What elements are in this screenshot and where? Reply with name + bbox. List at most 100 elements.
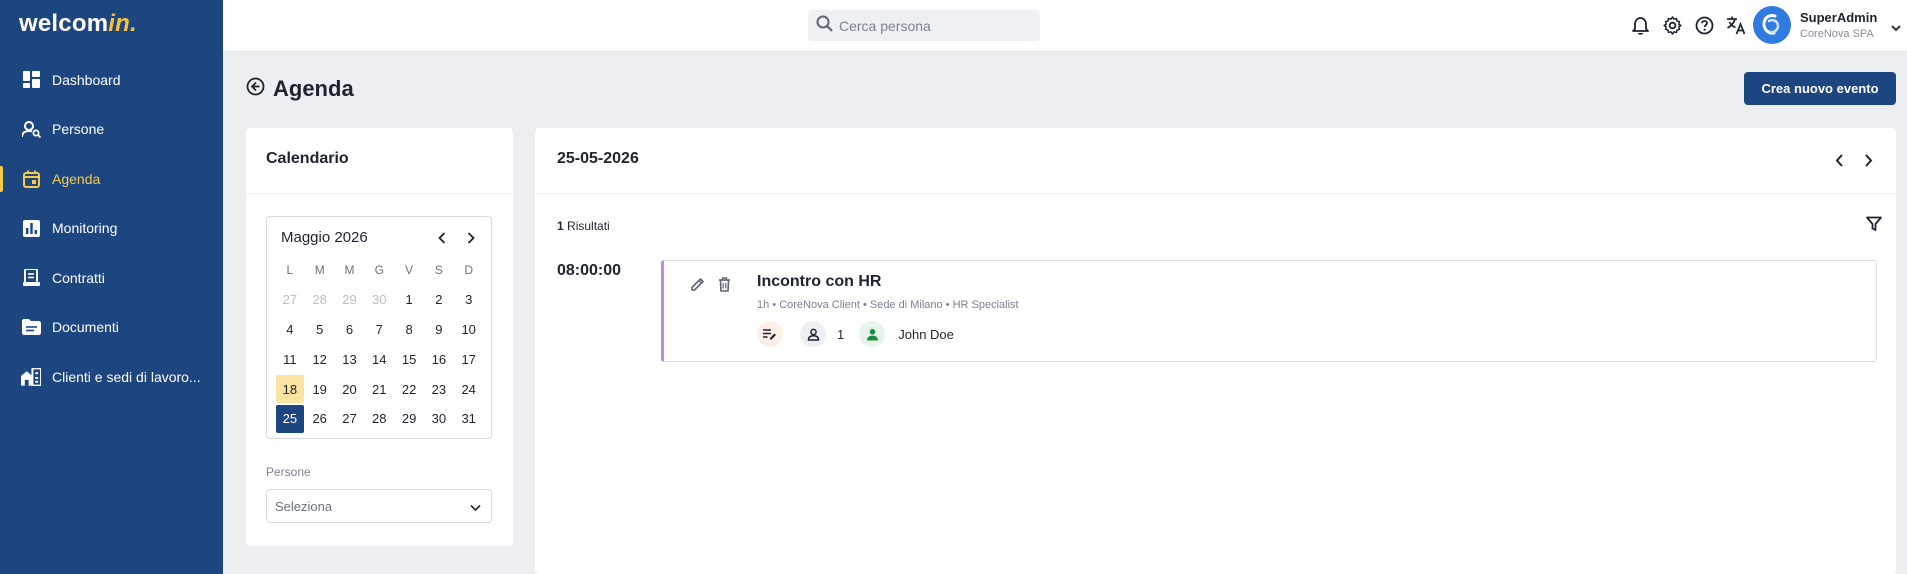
calendar-day[interactable]: 6 — [336, 316, 364, 344]
participants-icon — [800, 321, 826, 347]
weekday-label: S — [434, 262, 443, 277]
calendar-card: Calendario Maggio 2026 L M M G V S D 27 28 29 30 1 2… — [246, 128, 513, 546]
calendar-day[interactable]: 25 — [276, 404, 304, 433]
prev-day-button[interactable] — [1827, 148, 1851, 172]
sidebar-item-agenda[interactable]: Agenda — [0, 154, 223, 204]
topbar-actions — [1629, 14, 1747, 36]
topbar: SuperAdmin CoreNova SPA — [223, 0, 1907, 52]
sidebar-nav: Dashboard Persone Agenda Monitoring Cont… — [0, 55, 223, 402]
avatar[interactable] — [1753, 6, 1791, 44]
calendar-day[interactable]: 7 — [365, 316, 393, 344]
calendar-day[interactable]: 22 — [395, 375, 423, 403]
page-title: Agenda — [273, 76, 354, 101]
weekday-label: V — [405, 262, 414, 277]
calendar-day[interactable]: 11 — [276, 345, 304, 373]
calendar-day[interactable]: 15 — [395, 345, 423, 373]
persons-select[interactable]: Seleziona — [266, 489, 492, 523]
calendar-day[interactable]: 13 — [336, 345, 364, 373]
calendar-day[interactable]: 16 — [425, 345, 453, 373]
sidebar-item-contratti[interactable]: Contratti — [0, 253, 223, 303]
event-time: 08:00:00 — [557, 262, 622, 279]
calendar-day[interactable]: 5 — [306, 316, 334, 344]
chevron-down-icon[interactable] — [1891, 19, 1901, 37]
persons-select-value: Seleziona — [275, 498, 333, 514]
calendar-month: Maggio — [281, 229, 331, 246]
sidebar-item-monitoring[interactable]: Monitoring — [0, 204, 223, 254]
trash-icon[interactable] — [715, 275, 733, 293]
app-logo[interactable]: welcomin. — [19, 10, 137, 38]
calendar-day[interactable]: 8 — [395, 316, 423, 344]
mini-calendar: Maggio 2026 L M M G V S D 27 28 29 30 1 2 3 4 5 6 7 8 9 10 11… — [266, 216, 492, 439]
divider — [246, 193, 513, 194]
sidebar: welcomin. Dashboard Persone Agenda Monit… — [0, 0, 223, 574]
page-header: Agenda — [246, 76, 354, 102]
help-icon[interactable] — [1693, 14, 1715, 36]
calendar-day[interactable]: 27 — [336, 405, 364, 433]
person-search-icon — [21, 119, 41, 139]
event-person-name[interactable]: John Doe — [898, 327, 954, 342]
next-day-button[interactable] — [1856, 148, 1880, 172]
translate-icon[interactable] — [1725, 14, 1747, 36]
calendar-day[interactable]: 17 — [455, 345, 483, 373]
calendar-day[interactable]: 24 — [455, 375, 483, 403]
calendar-day[interactable]: 28 — [365, 405, 393, 433]
bell-icon[interactable] — [1629, 14, 1651, 36]
event-details: 1 John Doe — [757, 321, 954, 347]
participants-count: 1 — [837, 326, 845, 342]
calendar-day[interactable]: 14 — [365, 345, 393, 373]
folder-icon — [21, 317, 41, 337]
event-title: Incontro con HR — [757, 273, 882, 290]
user-info[interactable]: SuperAdmin CoreNova SPA — [1800, 10, 1877, 40]
calendar-month-year: Maggio 2026 — [281, 229, 368, 246]
calendar-day[interactable]: 30 — [365, 286, 393, 314]
calendar-day[interactable]: 10 — [455, 316, 483, 344]
sidebar-item-persone[interactable]: Persone — [0, 105, 223, 155]
logo-text: welcom — [19, 10, 109, 37]
edit-icon[interactable] — [689, 275, 707, 293]
calendar-day[interactable]: 23 — [425, 375, 453, 403]
search-icon — [816, 15, 833, 37]
calendar-day[interactable]: 19 — [306, 375, 334, 403]
contract-icon — [21, 268, 41, 288]
calendar-day[interactable]: 21 — [365, 375, 393, 403]
calendar-day[interactable]: 4 — [276, 316, 304, 344]
buildings-icon — [21, 367, 41, 387]
person-icon — [859, 321, 886, 347]
sidebar-item-dashboard[interactable]: Dashboard — [0, 55, 223, 105]
calendar-day[interactable]: 1 — [395, 286, 423, 314]
calendar-day[interactable]: 20 — [336, 375, 364, 403]
sidebar-item-label: Contratti — [52, 269, 105, 286]
calendar-day[interactable]: 9 — [425, 316, 453, 344]
calendar-year: 2026 — [334, 229, 368, 246]
calendar-day[interactable]: 26 — [306, 405, 334, 433]
event-card[interactable]: Incontro con HR 1h • CoreNova Client • S… — [661, 260, 1877, 362]
filter-icon[interactable] — [1866, 216, 1882, 237]
calendar-prev-month-button[interactable] — [431, 227, 453, 249]
calendar-day[interactable]: 31 — [455, 405, 483, 433]
calendar-day[interactable]: 30 — [425, 405, 453, 433]
create-event-button[interactable]: Crea nuovo evento — [1744, 72, 1896, 105]
calendar-icon — [21, 169, 41, 189]
sidebar-item-documenti[interactable]: Documenti — [0, 303, 223, 353]
calendar-day[interactable]: 12 — [306, 345, 334, 373]
back-arrow-icon[interactable] — [246, 77, 265, 101]
sidebar-item-clienti[interactable]: Clienti e sedi di lavoro... — [0, 352, 223, 402]
search-input[interactable] — [839, 17, 1029, 34]
calendar-day[interactable]: 29 — [395, 405, 423, 433]
weekday-label: G — [374, 262, 384, 277]
search-box[interactable] — [808, 10, 1040, 41]
calendar-day[interactable]: 29 — [336, 286, 364, 314]
event-meta: 1h • CoreNova Client • Sede di Milano • … — [757, 299, 1019, 311]
calendar-day[interactable]: 3 — [455, 286, 483, 314]
persons-filter-label: Persone — [266, 465, 311, 479]
gear-icon[interactable] — [1661, 14, 1683, 36]
calendar-day[interactable]: 27 — [276, 286, 304, 314]
calendar-day[interactable]: 18 — [276, 375, 304, 403]
calendar-day[interactable]: 2 — [425, 286, 453, 314]
sidebar-item-label: Dashboard — [52, 71, 121, 88]
divider — [535, 193, 1896, 194]
calendar-next-month-button[interactable] — [460, 227, 482, 249]
chart-icon — [21, 218, 41, 238]
user-name: SuperAdmin — [1800, 10, 1878, 25]
calendar-day[interactable]: 28 — [306, 286, 334, 314]
